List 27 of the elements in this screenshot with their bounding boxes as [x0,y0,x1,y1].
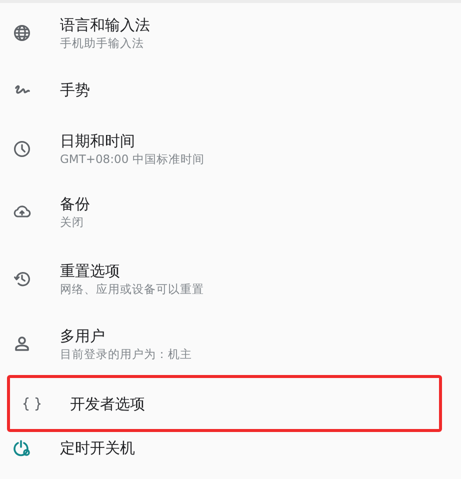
item-subtitle: GMT+08:00 中国标准时间 [60,150,204,166]
item-subtitle: 目前登录的用户为：机主 [60,346,192,362]
clock-icon [13,138,31,158]
braces-icon [23,396,41,412]
settings-item[interactable]: 备份 关闭 [0,179,461,245]
settings-item[interactable]: 重置选项 网络、应用或设备可以重置 [0,245,461,312]
item-title: 重置选项 [60,260,121,280]
item-subtitle: 手机助手输入法 [60,35,145,51]
cloud-upload-icon [13,204,31,220]
item-title: 多用户 [60,326,106,346]
settings-item[interactable]: 定时开关机 [0,432,461,464]
settings-item[interactable]: 语言和输入法 手机助手输入法 [0,4,461,62]
item-title: 语言和输入法 [60,15,150,35]
item-subtitle: 网络、应用或设备可以重置 [60,280,204,296]
settings-item[interactable]: 多用户 目前登录的用户为：机主 [0,312,461,375]
person-icon [13,334,31,352]
item-title: 开发者选项 [70,394,145,414]
item-title: 手势 [60,80,90,100]
item-title: 日期和时间 [60,130,136,150]
item-title: 备份 [60,194,90,214]
settings-item[interactable]: 开发者选项 [7,375,442,432]
settings-item[interactable]: 日期和时间 GMT+08:00 中国标准时间 [0,118,461,179]
settings-item[interactable]: 手势 [0,62,461,118]
item-title: 定时开关机 [60,438,135,458]
item-subtitle: 关闭 [60,214,85,230]
power-timer-icon [13,439,31,457]
globe-icon [13,23,31,43]
